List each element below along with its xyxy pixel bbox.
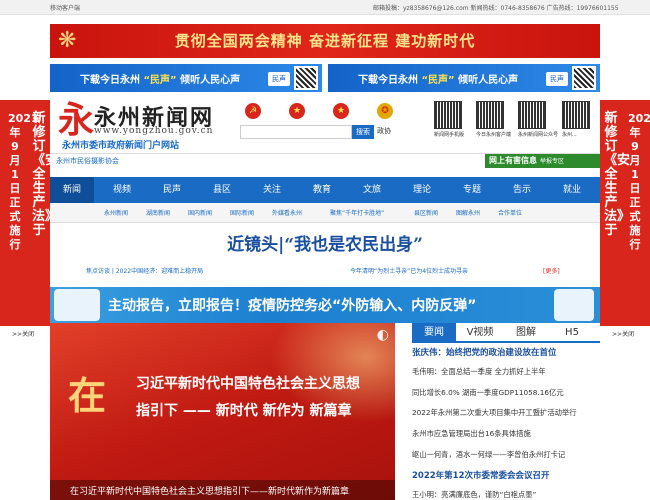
national-emblem-icon: ★ [289, 103, 305, 119]
news-item[interactable]: 2022年永州第二次重大项目集中开工暨扩活动举行 [412, 408, 600, 418]
main-nav: 新闻 视频 民声 县区 关注 教育 文旅 理论 专题 告示 就业 [50, 177, 600, 203]
nav-news[interactable]: 新闻 [50, 177, 94, 203]
tab-headlines[interactable]: 要闻 [412, 323, 456, 343]
qr-code-icon [518, 101, 546, 129]
medical-worker-illustration-icon [54, 289, 100, 321]
feature-line2: 指引下 —— 新时代 新作为 新篇章 [136, 403, 352, 419]
logo-subtitle: 永州市委市政府新闻门户网站 [62, 141, 180, 151]
photo-association-link[interactable]: 永州市民俗摄影协会 [56, 156, 119, 166]
nav-jobs[interactable]: 就业 [550, 177, 594, 203]
qr-code-icon [434, 101, 462, 129]
epidemic-banner[interactable]: 主动报告，立即报告！疫情防控务必“外防输入、内防反弹” [50, 287, 600, 323]
news-item[interactable]: 毛伟明：全面总结一季度 全力抓好上半年 [412, 367, 600, 377]
logo-url: www.yongzhou.gov.cn [94, 126, 214, 136]
download-banner-right[interactable]: 下载今日永州 “民声” 倾听人民心声 民声 [328, 64, 600, 92]
cppcc-emblem-icon: ✪ [377, 103, 393, 119]
harmful-info-report-link[interactable]: 网上有害信息 举报专区 [485, 154, 600, 168]
download-highlight: “民声” [143, 75, 177, 86]
subnav-item[interactable]: 国内新闻 [188, 208, 212, 217]
news-item[interactable]: 岖山一何青，浯水一何绿——李曾伯永州打卡记 [412, 450, 600, 460]
top-banner-text: 贯彻全国两会精神 奋进新征程 建功新时代 [174, 32, 476, 50]
news-item[interactable]: 同比增长6.0% 湖南一季度GDP11058.16亿元 [412, 388, 600, 398]
nav-education[interactable]: 教育 [300, 177, 344, 203]
nav-focus[interactable]: 关注 [250, 177, 294, 203]
headline-sub-left[interactable]: 焦点访谈 | 2022中国经济：迎难而上稳开局 [86, 266, 203, 275]
nav-special[interactable]: 专题 [450, 177, 494, 203]
qr-app[interactable]: 今日永州客户端 [476, 101, 511, 141]
qr-mobile-site[interactable]: 新闻网手机版 [434, 101, 464, 141]
qr-code-group: 新闻网手机版 今日永州客户端 永州新闻网公众号 永州... [434, 101, 600, 151]
news-item[interactable]: 2022年第12次市委常委会会议召开 [412, 469, 600, 481]
loading-spinner-icon: ◐ [376, 327, 389, 343]
tab-video[interactable]: V视频 [458, 323, 502, 343]
subnav-item[interactable]: 图解永州 [456, 208, 480, 217]
qr-other[interactable]: 永州... [562, 101, 592, 141]
news-tabs: 要闻 V视频 图解 H5 [412, 323, 600, 343]
couplet-right[interactable]: 新修订《安全生产法》于 2021年9月1日正式施行 [600, 100, 650, 326]
couplet-right-col2: 2021年9月1日正式施行 [628, 112, 650, 251]
national-emblem-icon: ★ [333, 103, 349, 119]
tab-graphics[interactable]: 图解 [504, 323, 548, 343]
couplet-left[interactable]: 新修订《安全生产法》于 2021年9月1日正式施行 [0, 100, 59, 326]
download-suffix: 倾听人民心声 [458, 75, 519, 86]
mask-illustration-icon [554, 289, 594, 321]
partner-government[interactable]: ★政府 [333, 101, 351, 135]
search-input[interactable] [240, 125, 352, 139]
subnav-item[interactable]: 湖南新闻 [146, 208, 170, 217]
subnav-item[interactable]: 合作单位 [498, 208, 522, 217]
nav-minsheng[interactable]: 民声 [150, 177, 194, 203]
nav-video[interactable]: 视频 [100, 177, 144, 203]
logo-mark-icon: 永 [58, 99, 95, 141]
news-item[interactable]: 王小明：亮满廉底色，谨防“白袍点墨” [412, 490, 600, 500]
download-prefix: 下载今日永州 [80, 75, 140, 86]
party-emblem-icon: ☭ [245, 103, 261, 119]
subnav-item[interactable]: 聚焦“千年打卡胜地” [330, 208, 384, 217]
feature-line1: 习近平新时代中国特色社会主义思想 [136, 376, 360, 392]
tab-h5[interactable]: H5 [550, 323, 594, 343]
partner-party-committee[interactable]: ☭市委 [245, 101, 263, 135]
headline-sub-right[interactable]: 今年清明“为烈士寻亲”已为4位烈士成功寻亲 [350, 266, 468, 275]
partner-cppcc[interactable]: ✪政协 [377, 101, 395, 135]
couplet-right-col1: 新修订《安全生产法》于 [604, 111, 631, 238]
contact-info: 邮箱投稿：yz8358676@126.com 新闻热线：0746-8358676… [373, 5, 619, 12]
subnav-item[interactable]: 国际新闻 [230, 208, 254, 217]
partner-npc[interactable]: ★人大 [289, 101, 307, 135]
couplet-left-col2: 2021年9月1日正式施行 [8, 112, 39, 251]
feature-big-char: 在 [68, 373, 107, 418]
headline-title[interactable]: 近镜头|“我也是农民出身” [50, 230, 600, 255]
subnav-item[interactable]: 外媒看永州 [272, 208, 302, 217]
mobile-client-link[interactable]: 移动客户端 [50, 3, 80, 12]
nav-notice[interactable]: 告示 [500, 177, 544, 203]
search-button[interactable]: 搜索 [352, 125, 374, 139]
download-badge: 民声 [546, 72, 568, 86]
qr-code-icon [294, 66, 318, 90]
top-banner[interactable]: ❋ 贯彻全国两会精神 奋进新征程 建功新时代 [50, 24, 600, 58]
subnav-item[interactable]: 县区新闻 [414, 208, 438, 217]
qr-code-icon [476, 101, 504, 129]
epidemic-banner-text: 主动报告，立即报告！疫情防控务必“外防输入、内防反弹” [108, 298, 477, 314]
couplet-left-col1: 新修订《安全生产法》于 [32, 111, 59, 238]
info-strip: 永州市民俗摄影协会 网上有害信息 举报专区 [50, 153, 600, 168]
qr-code-icon [562, 101, 590, 129]
qr-code-icon [572, 66, 596, 90]
news-item[interactable]: 永州市应急管理局出台16条具体措施 [412, 429, 600, 439]
nav-counties[interactable]: 县区 [200, 177, 244, 203]
feature-slide[interactable]: ◐ 在 习近平新时代中国特色社会主义思想 指引下 —— 新时代 新作为 新篇章 … [50, 323, 395, 500]
couplet-right-close[interactable]: >>关闭 [612, 329, 650, 338]
subnav-item[interactable]: 永州新闻 [104, 208, 128, 217]
nav-theory[interactable]: 理论 [400, 177, 444, 203]
download-suffix: 倾听人民心声 [180, 75, 241, 86]
more-link[interactable]: [更多] [543, 266, 560, 275]
download-prefix: 下载今日永州 [358, 75, 418, 86]
download-banner-left[interactable]: 下载今日永州 “民声” 倾听人民心声 民声 [50, 64, 322, 92]
download-badge: 民声 [268, 72, 290, 86]
feature-caption[interactable]: 在习近平新时代中国特色社会主义思想指引下——新时代新作为新篇章 [50, 480, 395, 500]
top-utility-bar: 移动客户端 邮箱投稿：yz8358676@126.com 新闻热线：0746-8… [0, 0, 650, 15]
qr-wechat[interactable]: 永州新闻网公众号 [518, 101, 558, 141]
news-item[interactable]: 张庆伟：始终把党的政治建设放在首位 [412, 346, 600, 358]
sub-nav: 永州新闻 湖南新闻 国内新闻 国际新闻 外媒看永州 聚焦“千年打卡胜地” 县区新… [50, 203, 600, 223]
site-logo[interactable]: 永 永州新闻网 www.yongzhou.gov.cn 永州市委市政府新闻门户网… [58, 99, 238, 151]
download-highlight: “民声” [421, 75, 455, 86]
nav-culture-tourism[interactable]: 文旅 [350, 177, 394, 203]
